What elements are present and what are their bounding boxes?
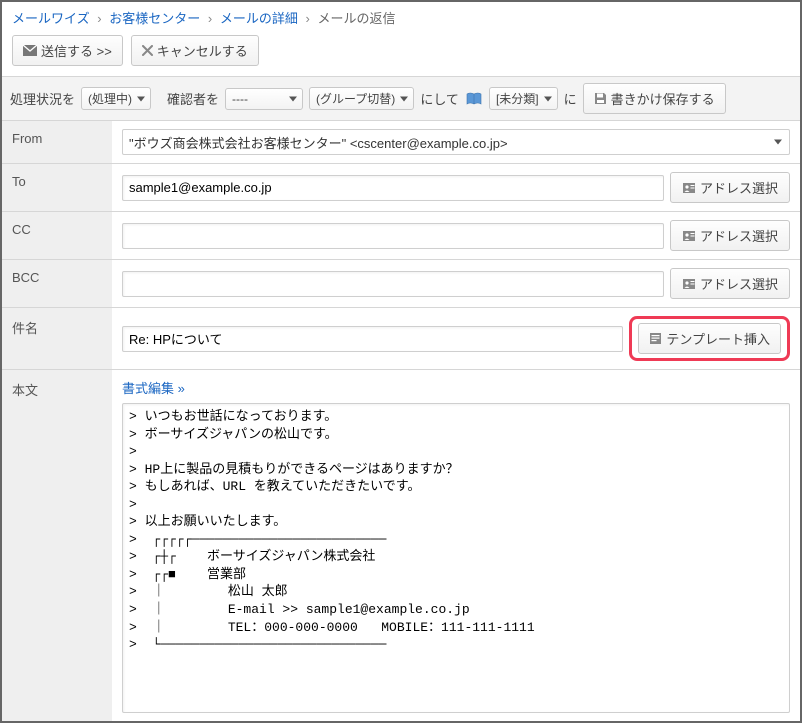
cancel-button[interactable]: キャンセルする (131, 35, 259, 66)
cc-label: CC (2, 212, 112, 259)
breadcrumb-current: メールの返信 (317, 11, 395, 26)
to-address-select-button[interactable]: アドレス選択 (670, 172, 790, 203)
format-edit-link[interactable]: 書式編集 » (122, 378, 185, 397)
from-value: "ボウズ商会株式会社お客様センター" <cscenter@example.co.… (129, 133, 508, 152)
breadcrumb: メールワイズ › お客様センター › メールの詳細 › メールの返信 (2, 2, 800, 31)
body-textarea[interactable] (122, 403, 790, 713)
from-select[interactable]: "ボウズ商会株式会社お客様センター" <cscenter@example.co.… (122, 129, 790, 155)
breadcrumb-link-0[interactable]: メールワイズ (12, 11, 90, 26)
bcc-input[interactable] (122, 271, 664, 297)
confirmer-label: 確認者を (167, 89, 219, 108)
send-button-label: 送信する >> (41, 41, 112, 60)
group-select[interactable]: (グループ切替) (309, 87, 414, 110)
breadcrumb-link-2[interactable]: メールの詳細 (220, 11, 298, 26)
addressbook-icon (682, 230, 696, 242)
cancel-button-label: キャンセルする (157, 41, 248, 60)
close-icon (142, 45, 153, 56)
app-frame: メールワイズ › お客様センター › メールの詳細 › メールの返信 送信する … (0, 0, 802, 723)
subject-row: 件名 テンプレート挿入 (2, 307, 800, 369)
save-icon (594, 92, 607, 105)
bcc-row: BCC アドレス選択 (2, 259, 800, 307)
to-label: To (2, 164, 112, 211)
breadcrumb-link-1[interactable]: お客様センター (109, 11, 200, 26)
status-select[interactable]: (処理中) (81, 87, 151, 110)
cc-address-select-label: アドレス選択 (700, 226, 778, 245)
subject-label: 件名 (2, 308, 112, 369)
category-select[interactable]: [未分類] (489, 87, 558, 110)
subject-input[interactable] (122, 326, 623, 352)
addressbook-icon (682, 182, 696, 194)
bcc-address-select-label: アドレス選択 (700, 274, 778, 293)
status-toolbar: 処理状況を (処理中) 確認者を ---- (グループ切替) にして [未分類]… (2, 76, 800, 120)
save-draft-button[interactable]: 書きかけ保存する (583, 83, 726, 114)
to-input[interactable] (122, 175, 664, 201)
breadcrumb-sep: › (97, 11, 101, 26)
template-insert-highlight: テンプレート挿入 (629, 316, 790, 361)
breadcrumb-sep: › (305, 11, 309, 26)
bcc-address-select-button[interactable]: アドレス選択 (670, 268, 790, 299)
template-icon (649, 332, 662, 345)
cc-row: CC アドレス選択 (2, 211, 800, 259)
cc-input[interactable] (122, 223, 664, 249)
breadcrumb-sep: › (208, 11, 212, 26)
send-button[interactable]: 送信する >> (12, 35, 123, 66)
top-actions: 送信する >> キャンセルする (2, 31, 800, 76)
mail-icon (23, 45, 37, 56)
save-draft-label: 書きかけ保存する (611, 89, 715, 108)
from-label: From (2, 121, 112, 163)
cc-address-select-button[interactable]: アドレス選択 (670, 220, 790, 251)
from-row: From "ボウズ商会株式会社お客様センター" <cscenter@exampl… (2, 120, 800, 163)
to-row: To アドレス選択 (2, 163, 800, 211)
body-label: 本文 (2, 370, 112, 721)
status-label: 処理状況を (10, 89, 75, 108)
template-insert-label: テンプレート挿入 (666, 329, 770, 348)
body-row: 本文 書式編集 » (2, 369, 800, 721)
to-label: にして (420, 89, 459, 108)
bcc-label: BCC (2, 260, 112, 307)
in-label: に (564, 89, 577, 108)
confirmer-select[interactable]: ---- (225, 88, 303, 110)
to-address-select-label: アドレス選択 (700, 178, 778, 197)
compose-form: From "ボウズ商会株式会社お客様センター" <cscenter@exampl… (2, 120, 800, 721)
template-insert-button[interactable]: テンプレート挿入 (638, 323, 781, 354)
addressbook-icon (682, 278, 696, 290)
book-icon (465, 92, 483, 106)
